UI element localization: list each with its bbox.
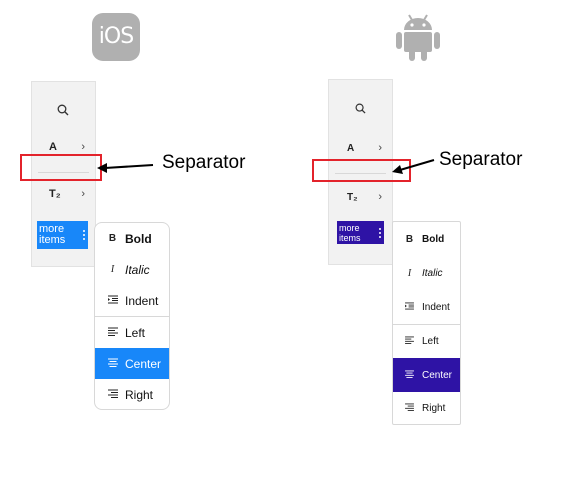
android-search-button[interactable] — [329, 94, 392, 122]
ios-logo: iOS — [92, 13, 140, 61]
android-menu-item-right[interactable]: Right — [393, 392, 460, 424]
menu-item-label: Right — [422, 403, 446, 414]
android-separator-label: Separator — [439, 149, 523, 170]
android-overflow-menu: B Bold I Italic Indent Left Center Right — [392, 221, 461, 425]
android-font-size-button[interactable]: A › — [329, 134, 392, 162]
android-more-items-button[interactable]: more items — [337, 221, 384, 244]
android-menu-item-indent[interactable]: Indent — [393, 291, 460, 324]
chevron-right-icon: › — [81, 141, 85, 153]
indent-icon — [106, 295, 119, 307]
ios-separator-highlight — [20, 154, 102, 181]
chevron-right-icon: › — [81, 188, 85, 200]
ios-text-style-button[interactable]: T₂ › — [32, 180, 95, 208]
font-size-icon: A — [49, 141, 57, 153]
android-text-style-button[interactable]: T₂ › — [329, 183, 392, 211]
bold-icon: B — [405, 234, 414, 245]
items-label: items — [339, 233, 361, 243]
menu-item-label: Left — [125, 325, 146, 340]
align-right-icon — [106, 389, 119, 401]
search-icon — [355, 103, 366, 114]
ios-overflow-menu: B Bold I Italic Indent Left Center Right — [94, 222, 170, 410]
menu-item-label: Indent — [125, 293, 159, 308]
ios-menu-item-italic[interactable]: I Italic — [95, 254, 169, 285]
ios-callout-arrow — [97, 163, 154, 173]
ios-menu-item-indent[interactable]: Indent — [95, 285, 169, 316]
android-callout-arrow — [392, 159, 435, 174]
ios-search-button[interactable] — [32, 96, 95, 124]
menu-item-label: Italic — [125, 262, 150, 277]
ios-menu-item-right[interactable]: Right — [95, 379, 169, 409]
menu-item-label: Italic — [422, 268, 443, 279]
font-size-icon: A — [347, 142, 355, 154]
android-menu-item-left[interactable]: Left — [393, 325, 460, 358]
indent-icon — [403, 302, 416, 313]
ios-separator-label: Separator — [162, 152, 246, 173]
search-icon — [57, 104, 69, 116]
chevron-right-icon: › — [378, 191, 382, 203]
text-style-icon: T₂ — [49, 188, 61, 200]
italic-icon: I — [407, 268, 412, 279]
menu-item-label: Bold — [422, 234, 445, 245]
menu-item-label: Center — [422, 369, 453, 381]
menu-item-label: Left — [422, 336, 439, 347]
more-label: more — [39, 223, 65, 235]
more-vertical-icon — [379, 226, 382, 240]
menu-item-label: Indent — [422, 302, 450, 313]
android-menu-item-center[interactable]: Center — [393, 358, 460, 392]
ios-menu-item-left[interactable]: Left — [95, 317, 169, 348]
ios-more-items-button[interactable]: more items — [37, 221, 88, 249]
ios-menu-item-bold[interactable]: B Bold — [95, 223, 169, 254]
more-vertical-icon — [83, 228, 86, 242]
ios-menu-item-center[interactable]: Center — [95, 348, 169, 379]
android-icon — [396, 14, 440, 61]
bold-icon: B — [108, 233, 117, 244]
text-style-icon: T₂ — [347, 191, 358, 203]
android-menu-item-bold[interactable]: B Bold — [393, 223, 460, 256]
items-label: items — [39, 234, 66, 246]
align-center-icon — [403, 369, 416, 381]
align-left-icon — [106, 327, 119, 339]
chevron-right-icon: › — [378, 142, 382, 154]
menu-item-label: Center — [125, 356, 162, 371]
menu-item-label: Bold — [125, 231, 152, 246]
align-left-icon — [403, 336, 416, 347]
more-label: more — [339, 223, 360, 233]
align-right-icon — [403, 403, 416, 414]
align-center-icon — [106, 358, 119, 370]
android-menu-item-italic[interactable]: I Italic — [393, 257, 460, 290]
italic-icon: I — [110, 264, 115, 275]
menu-item-label: Right — [125, 387, 154, 402]
